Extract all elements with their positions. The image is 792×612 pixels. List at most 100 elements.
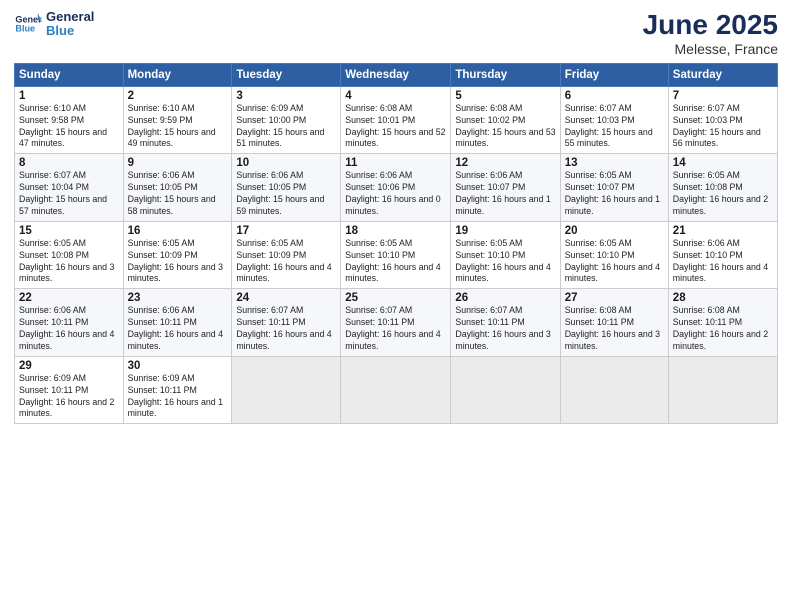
calendar-table: SundayMondayTuesdayWednesdayThursdayFrid… bbox=[14, 63, 778, 425]
calendar-cell: 5 Sunrise: 6:08 AM Sunset: 10:02 PM Dayl… bbox=[451, 86, 560, 154]
day-info: Sunrise: 6:05 AM Sunset: 10:10 PM Daylig… bbox=[455, 238, 555, 286]
page: General Blue General Blue June 2025 Mele… bbox=[0, 0, 792, 612]
day-info: Sunrise: 6:07 AM Sunset: 10:03 PM Daylig… bbox=[565, 103, 664, 151]
day-number: 12 bbox=[455, 157, 555, 169]
day-info: Sunrise: 6:06 AM Sunset: 10:11 PM Daylig… bbox=[19, 305, 119, 353]
calendar-cell: 7 Sunrise: 6:07 AM Sunset: 10:03 PM Dayl… bbox=[668, 86, 777, 154]
calendar-cell: 29 Sunrise: 6:09 AM Sunset: 10:11 PM Day… bbox=[15, 356, 124, 424]
calendar-cell: 19 Sunrise: 6:05 AM Sunset: 10:10 PM Day… bbox=[451, 221, 560, 289]
day-info: Sunrise: 6:05 AM Sunset: 10:10 PM Daylig… bbox=[345, 238, 446, 286]
logo-icon: General Blue bbox=[14, 10, 42, 38]
day-info: Sunrise: 6:09 AM Sunset: 10:00 PM Daylig… bbox=[236, 103, 336, 151]
day-info: Sunrise: 6:06 AM Sunset: 10:05 PM Daylig… bbox=[236, 170, 336, 218]
calendar-cell bbox=[451, 356, 560, 424]
day-info: Sunrise: 6:05 AM Sunset: 10:09 PM Daylig… bbox=[236, 238, 336, 286]
day-number: 29 bbox=[19, 360, 119, 372]
day-info: Sunrise: 6:09 AM Sunset: 10:11 PM Daylig… bbox=[19, 373, 119, 421]
weekday-header-friday: Friday bbox=[560, 63, 668, 86]
weekday-header-tuesday: Tuesday bbox=[232, 63, 341, 86]
day-info: Sunrise: 6:06 AM Sunset: 10:10 PM Daylig… bbox=[673, 238, 773, 286]
calendar-cell: 1 Sunrise: 6:10 AM Sunset: 9:58 PM Dayli… bbox=[15, 86, 124, 154]
day-number: 18 bbox=[345, 225, 446, 237]
day-number: 15 bbox=[19, 225, 119, 237]
day-info: Sunrise: 6:07 AM Sunset: 10:11 PM Daylig… bbox=[345, 305, 446, 353]
calendar-cell: 16 Sunrise: 6:05 AM Sunset: 10:09 PM Day… bbox=[123, 221, 232, 289]
calendar-cell: 18 Sunrise: 6:05 AM Sunset: 10:10 PM Day… bbox=[341, 221, 451, 289]
logo-general: General bbox=[46, 10, 94, 24]
day-number: 20 bbox=[565, 225, 664, 237]
calendar-cell: 17 Sunrise: 6:05 AM Sunset: 10:09 PM Day… bbox=[232, 221, 341, 289]
day-number: 6 bbox=[565, 90, 664, 102]
calendar-cell: 2 Sunrise: 6:10 AM Sunset: 9:59 PM Dayli… bbox=[123, 86, 232, 154]
calendar-cell: 26 Sunrise: 6:07 AM Sunset: 10:11 PM Day… bbox=[451, 289, 560, 357]
day-number: 27 bbox=[565, 292, 664, 304]
day-info: Sunrise: 6:05 AM Sunset: 10:09 PM Daylig… bbox=[128, 238, 228, 286]
weekday-header-row: SundayMondayTuesdayWednesdayThursdayFrid… bbox=[15, 63, 778, 86]
day-number: 5 bbox=[455, 90, 555, 102]
day-info: Sunrise: 6:05 AM Sunset: 10:08 PM Daylig… bbox=[673, 170, 773, 218]
calendar-cell: 4 Sunrise: 6:08 AM Sunset: 10:01 PM Dayl… bbox=[341, 86, 451, 154]
calendar-cell: 8 Sunrise: 6:07 AM Sunset: 10:04 PM Dayl… bbox=[15, 154, 124, 222]
day-number: 13 bbox=[565, 157, 664, 169]
title-block: June 2025 Melesse, France bbox=[643, 10, 778, 57]
main-title: June 2025 bbox=[643, 10, 778, 41]
calendar-cell bbox=[668, 356, 777, 424]
calendar-cell: 21 Sunrise: 6:06 AM Sunset: 10:10 PM Day… bbox=[668, 221, 777, 289]
day-number: 11 bbox=[345, 157, 446, 169]
calendar-cell: 10 Sunrise: 6:06 AM Sunset: 10:05 PM Day… bbox=[232, 154, 341, 222]
day-number: 1 bbox=[19, 90, 119, 102]
day-info: Sunrise: 6:07 AM Sunset: 10:11 PM Daylig… bbox=[236, 305, 336, 353]
day-number: 24 bbox=[236, 292, 336, 304]
day-info: Sunrise: 6:08 AM Sunset: 10:11 PM Daylig… bbox=[673, 305, 773, 353]
day-info: Sunrise: 6:09 AM Sunset: 10:11 PM Daylig… bbox=[128, 373, 228, 421]
day-number: 25 bbox=[345, 292, 446, 304]
calendar-cell: 24 Sunrise: 6:07 AM Sunset: 10:11 PM Day… bbox=[232, 289, 341, 357]
day-number: 30 bbox=[128, 360, 228, 372]
calendar-cell: 23 Sunrise: 6:06 AM Sunset: 10:11 PM Day… bbox=[123, 289, 232, 357]
day-number: 2 bbox=[128, 90, 228, 102]
day-number: 16 bbox=[128, 225, 228, 237]
svg-text:Blue: Blue bbox=[15, 24, 35, 34]
logo-blue: Blue bbox=[46, 24, 94, 38]
day-info: Sunrise: 6:05 AM Sunset: 10:08 PM Daylig… bbox=[19, 238, 119, 286]
day-info: Sunrise: 6:06 AM Sunset: 10:11 PM Daylig… bbox=[128, 305, 228, 353]
calendar-cell: 27 Sunrise: 6:08 AM Sunset: 10:11 PM Day… bbox=[560, 289, 668, 357]
calendar-cell: 3 Sunrise: 6:09 AM Sunset: 10:00 PM Dayl… bbox=[232, 86, 341, 154]
day-info: Sunrise: 6:08 AM Sunset: 10:02 PM Daylig… bbox=[455, 103, 555, 151]
calendar-cell: 15 Sunrise: 6:05 AM Sunset: 10:08 PM Day… bbox=[15, 221, 124, 289]
calendar-cell bbox=[560, 356, 668, 424]
day-number: 21 bbox=[673, 225, 773, 237]
day-number: 7 bbox=[673, 90, 773, 102]
calendar-cell: 28 Sunrise: 6:08 AM Sunset: 10:11 PM Day… bbox=[668, 289, 777, 357]
day-info: Sunrise: 6:05 AM Sunset: 10:07 PM Daylig… bbox=[565, 170, 664, 218]
week-row-5: 29 Sunrise: 6:09 AM Sunset: 10:11 PM Day… bbox=[15, 356, 778, 424]
calendar-cell bbox=[232, 356, 341, 424]
day-info: Sunrise: 6:06 AM Sunset: 10:07 PM Daylig… bbox=[455, 170, 555, 218]
header: General Blue General Blue June 2025 Mele… bbox=[14, 10, 778, 57]
calendar-cell: 14 Sunrise: 6:05 AM Sunset: 10:08 PM Day… bbox=[668, 154, 777, 222]
calendar-cell bbox=[341, 356, 451, 424]
calendar-cell: 22 Sunrise: 6:06 AM Sunset: 10:11 PM Day… bbox=[15, 289, 124, 357]
day-number: 26 bbox=[455, 292, 555, 304]
day-info: Sunrise: 6:10 AM Sunset: 9:58 PM Dayligh… bbox=[19, 103, 119, 151]
calendar-cell: 11 Sunrise: 6:06 AM Sunset: 10:06 PM Day… bbox=[341, 154, 451, 222]
calendar-cell: 20 Sunrise: 6:05 AM Sunset: 10:10 PM Day… bbox=[560, 221, 668, 289]
weekday-header-saturday: Saturday bbox=[668, 63, 777, 86]
day-number: 3 bbox=[236, 90, 336, 102]
day-number: 9 bbox=[128, 157, 228, 169]
day-info: Sunrise: 6:07 AM Sunset: 10:04 PM Daylig… bbox=[19, 170, 119, 218]
day-number: 17 bbox=[236, 225, 336, 237]
week-row-1: 1 Sunrise: 6:10 AM Sunset: 9:58 PM Dayli… bbox=[15, 86, 778, 154]
calendar-cell: 6 Sunrise: 6:07 AM Sunset: 10:03 PM Dayl… bbox=[560, 86, 668, 154]
day-number: 4 bbox=[345, 90, 446, 102]
calendar-cell: 12 Sunrise: 6:06 AM Sunset: 10:07 PM Day… bbox=[451, 154, 560, 222]
logo: General Blue General Blue bbox=[14, 10, 94, 39]
day-info: Sunrise: 6:07 AM Sunset: 10:11 PM Daylig… bbox=[455, 305, 555, 353]
weekday-header-monday: Monday bbox=[123, 63, 232, 86]
day-info: Sunrise: 6:07 AM Sunset: 10:03 PM Daylig… bbox=[673, 103, 773, 151]
day-number: 19 bbox=[455, 225, 555, 237]
day-info: Sunrise: 6:05 AM Sunset: 10:10 PM Daylig… bbox=[565, 238, 664, 286]
weekday-header-wednesday: Wednesday bbox=[341, 63, 451, 86]
calendar-cell: 13 Sunrise: 6:05 AM Sunset: 10:07 PM Day… bbox=[560, 154, 668, 222]
day-number: 8 bbox=[19, 157, 119, 169]
